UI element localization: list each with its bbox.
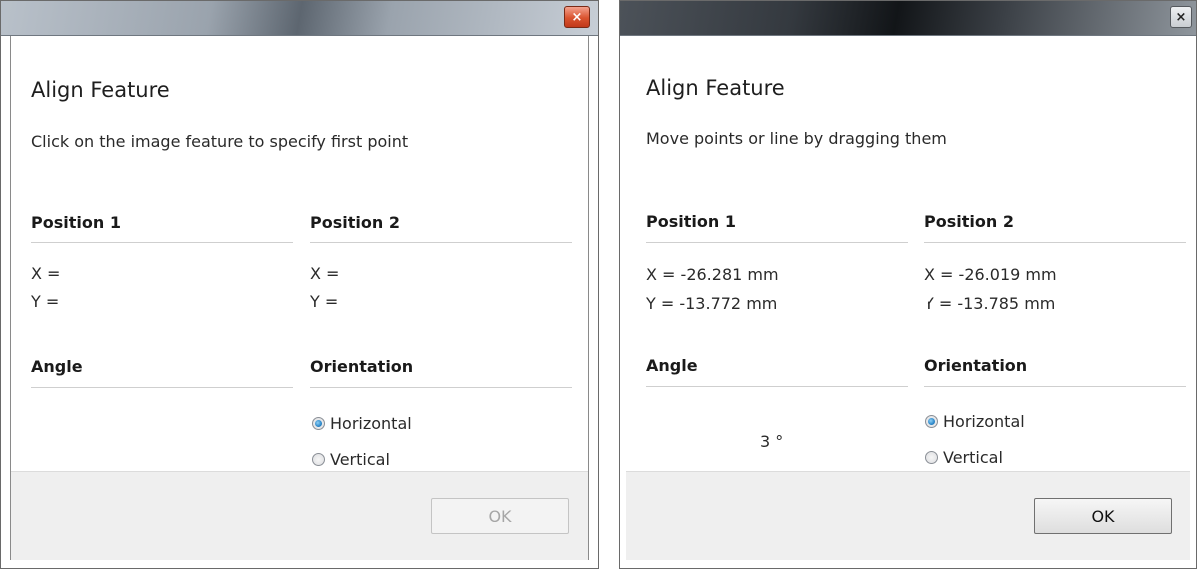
angle-divider bbox=[646, 386, 908, 387]
position-2-divider bbox=[310, 242, 572, 243]
position-1-divider bbox=[31, 242, 293, 243]
ok-button[interactable]: OK bbox=[431, 498, 569, 534]
position-2-x: X = -26.019 mm bbox=[924, 265, 1057, 284]
radio-unchecked-icon[interactable] bbox=[312, 453, 325, 466]
dialog-heading: Align Feature bbox=[646, 76, 785, 100]
position-1-label: Position 1 bbox=[646, 212, 736, 231]
radio-horizontal-label: Horizontal bbox=[330, 414, 412, 433]
radio-vertical[interactable]: Vertical bbox=[312, 450, 390, 469]
position-1-x: X = bbox=[31, 264, 61, 283]
instruction-text: Move points or line by dragging them bbox=[646, 129, 947, 148]
position-2-label: Position 2 bbox=[310, 213, 400, 232]
dialog-content: Align Feature Move points or line by dra… bbox=[626, 36, 1190, 560]
redaction-mark bbox=[842, 294, 928, 303]
radio-vertical-label: Vertical bbox=[943, 448, 1003, 467]
radio-checked-icon[interactable] bbox=[925, 415, 938, 428]
orientation-divider bbox=[310, 387, 572, 388]
position-2-divider bbox=[924, 242, 1186, 243]
position-1-y: Y = bbox=[31, 292, 60, 311]
title-bar[interactable]: × bbox=[1, 1, 598, 36]
position-2-y: Y = -13.785 mm bbox=[924, 294, 1056, 313]
orientation-label: Orientation bbox=[310, 357, 414, 376]
radio-vertical-label: Vertical bbox=[330, 450, 390, 469]
angle-label: Angle bbox=[31, 357, 83, 376]
position-1-y: Y = -13.772 mm bbox=[646, 294, 778, 313]
radio-horizontal[interactable]: Horizontal bbox=[312, 414, 412, 433]
align-feature-dialog-first-point: × Align Feature Click on the image featu… bbox=[0, 0, 599, 569]
position-1-label: Position 1 bbox=[31, 213, 121, 232]
radio-unchecked-icon[interactable] bbox=[925, 451, 938, 464]
radio-horizontal-label: Horizontal bbox=[943, 412, 1025, 431]
dialog-footer: OK bbox=[11, 471, 588, 560]
title-bar[interactable]: × bbox=[620, 1, 1196, 36]
radio-checked-icon[interactable] bbox=[312, 417, 325, 430]
instruction-text: Click on the image feature to specify fi… bbox=[31, 132, 409, 151]
dialog-heading: Align Feature bbox=[31, 78, 170, 102]
dialog-footer: OK bbox=[626, 471, 1190, 560]
angle-value: 3 ° bbox=[760, 432, 784, 451]
orientation-label: Orientation bbox=[924, 356, 1028, 375]
position-2-y: Y = bbox=[310, 292, 339, 311]
orientation-divider bbox=[924, 386, 1186, 387]
radio-horizontal[interactable]: Horizontal bbox=[925, 412, 1025, 431]
ok-button[interactable]: OK bbox=[1034, 498, 1172, 534]
radio-vertical[interactable]: Vertical bbox=[925, 448, 1003, 467]
dialog-content: Align Feature Click on the image feature… bbox=[10, 36, 589, 560]
close-icon[interactable]: × bbox=[564, 6, 590, 28]
align-feature-dialog-adjust: × Align Feature Move points or line by d… bbox=[619, 0, 1197, 569]
angle-label: Angle bbox=[646, 356, 698, 375]
position-1-x: X = -26.281 mm bbox=[646, 265, 779, 284]
position-1-divider bbox=[646, 242, 908, 243]
close-icon[interactable]: × bbox=[1170, 6, 1192, 28]
angle-divider bbox=[31, 387, 293, 388]
position-2-x: X = bbox=[310, 264, 340, 283]
position-2-label: Position 2 bbox=[924, 212, 1014, 231]
